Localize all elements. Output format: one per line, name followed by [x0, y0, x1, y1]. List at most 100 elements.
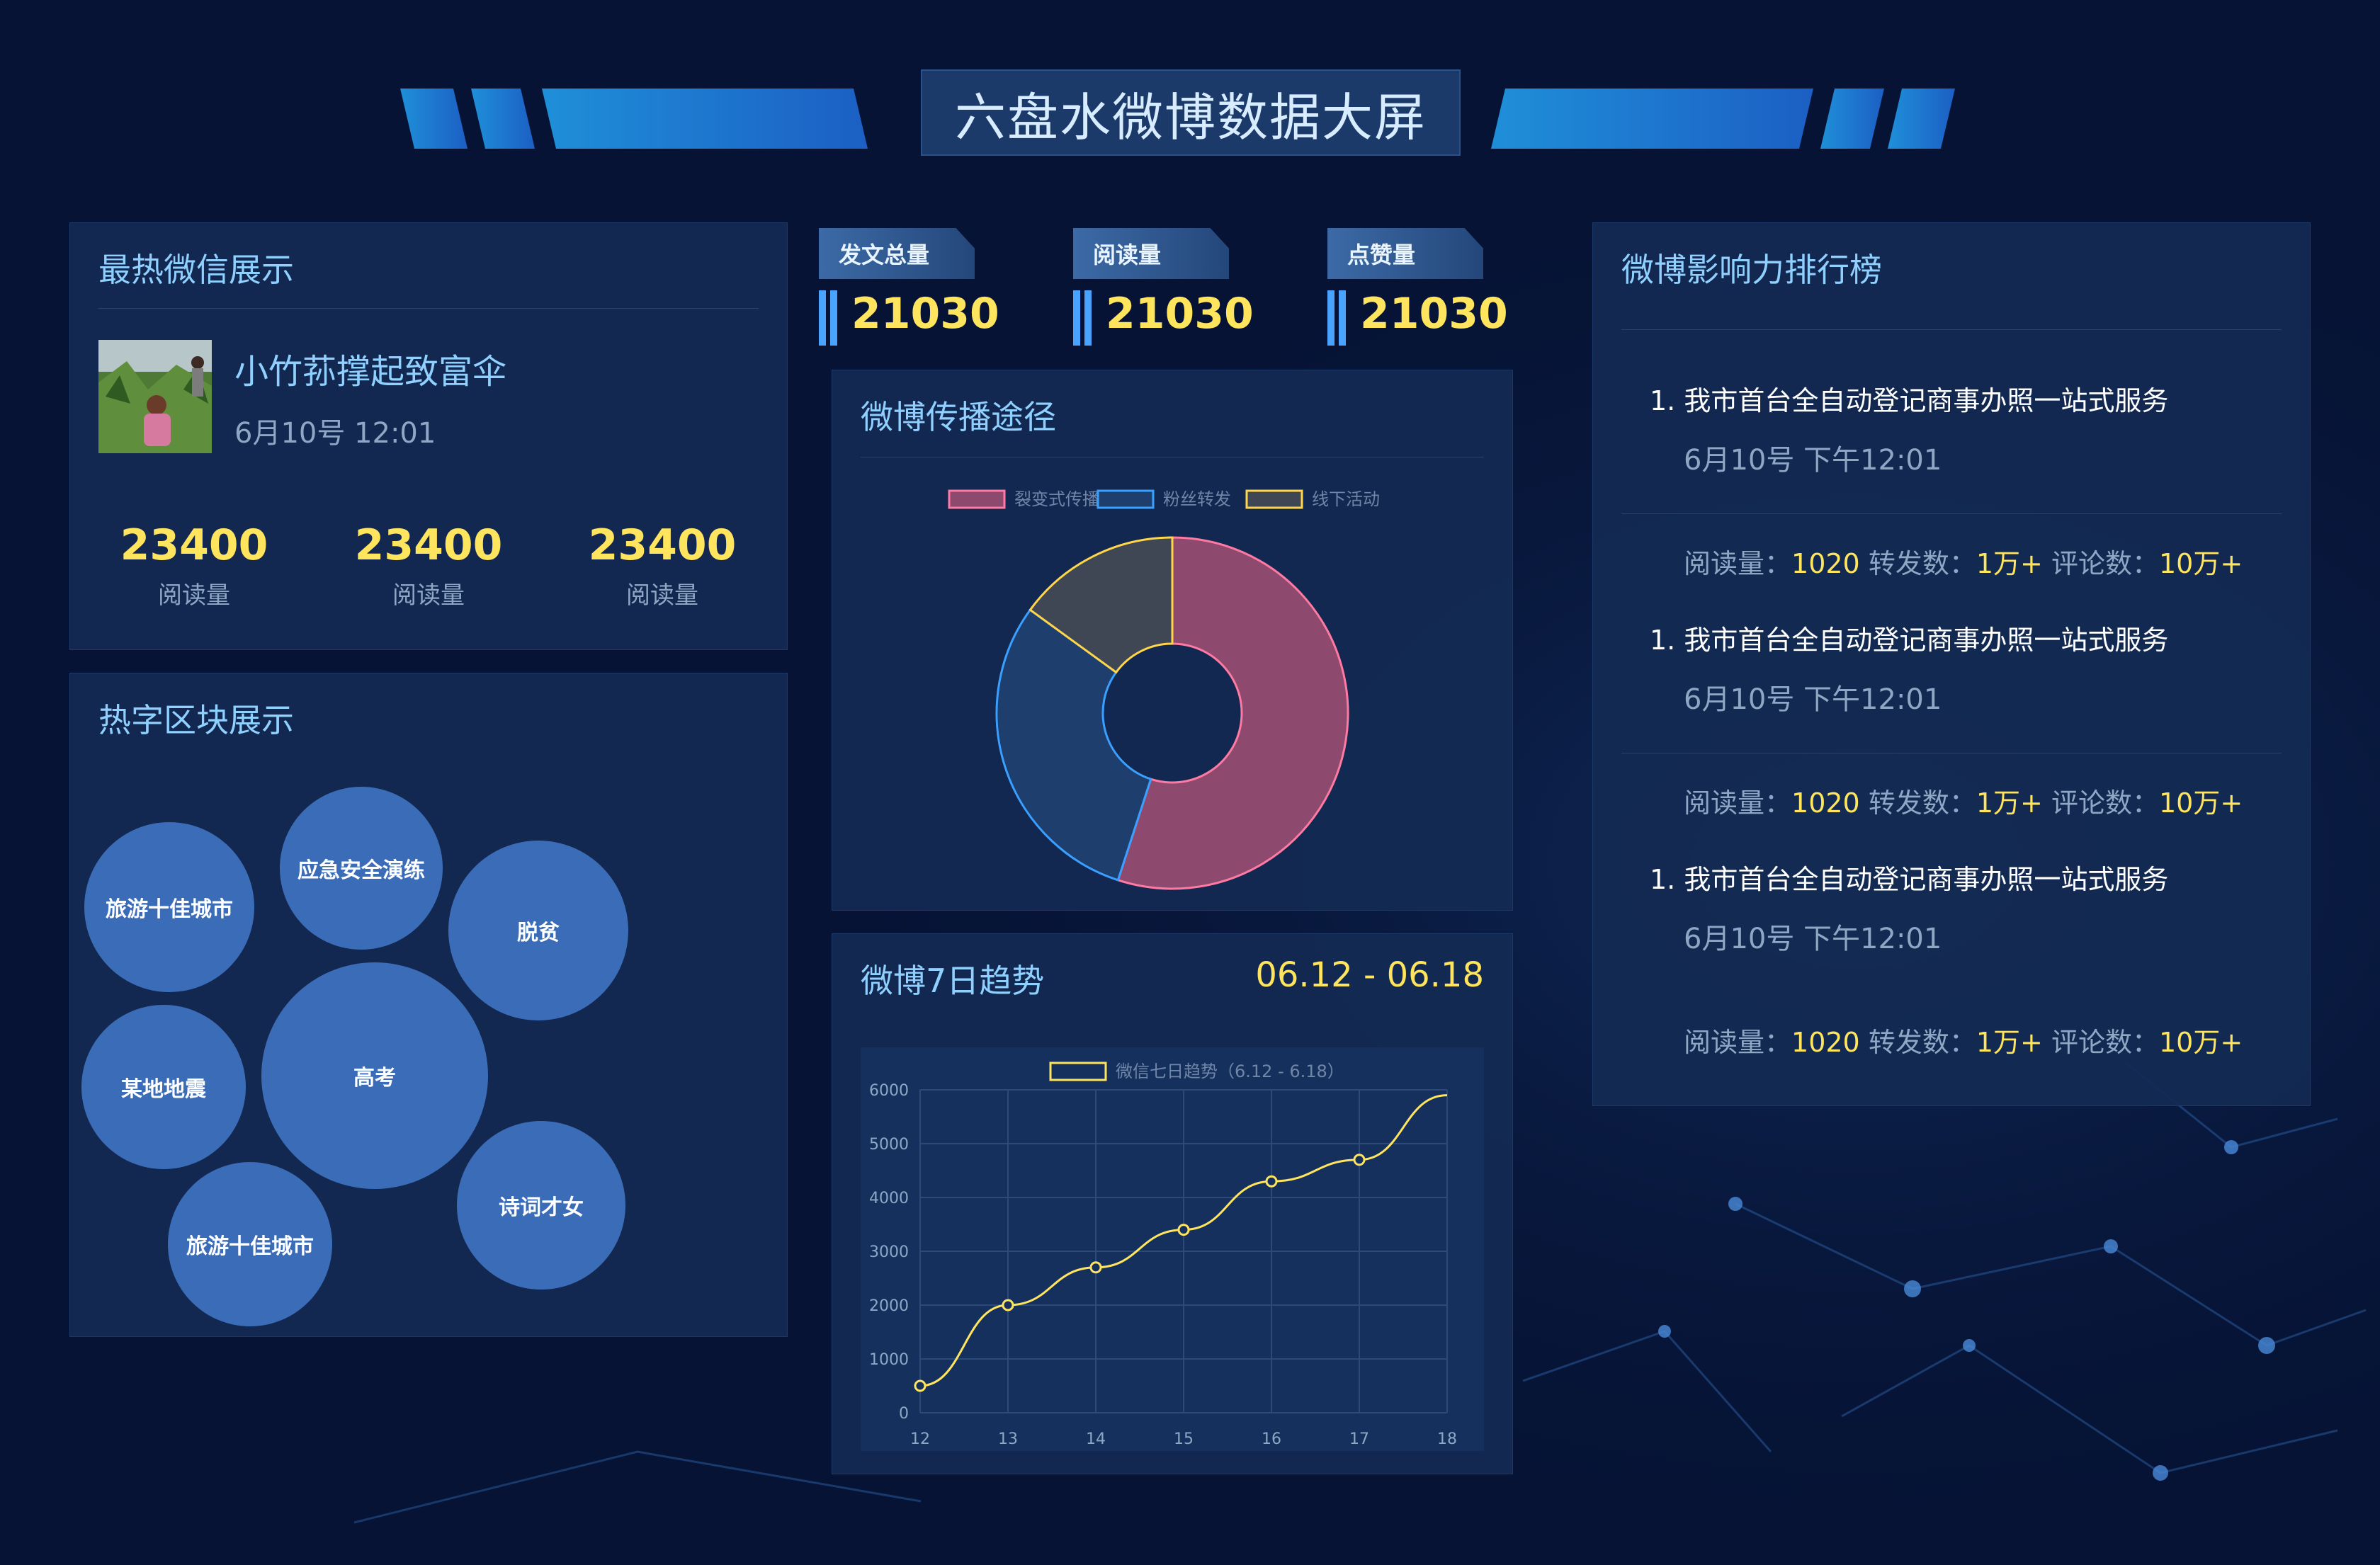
forward-count: 1万+: [1976, 1027, 2043, 1058]
comment-count: 10万+: [2158, 787, 2243, 819]
rank-item-title[interactable]: 1. 我市首台全自动登记商事办照一站式服务: [1650, 858, 2168, 897]
divider: [98, 308, 759, 309]
legend-label[interactable]: 微信七日趋势（6.12 - 6.18）: [1116, 1062, 1344, 1081]
read-label: 阅读量：: [1684, 787, 1792, 819]
legend-swatch[interactable]: [1245, 489, 1303, 509]
ranking-title: 微博影响力排行榜: [1621, 251, 1882, 289]
comment-count: 10万+: [2158, 548, 2243, 579]
page-title-box: 六盘水微博数据大屏: [921, 69, 1461, 156]
stat-reads: 23400 阅读量: [102, 520, 286, 610]
header-stripe: [1491, 89, 1813, 149]
comment-count: 10万+: [2158, 1027, 2243, 1058]
post-title[interactable]: 小竹荪撑起致富伞: [234, 343, 506, 393]
kpi-label: 发文总量: [819, 228, 975, 279]
legend-swatch[interactable]: [948, 489, 1006, 509]
legend-label[interactable]: 裂变式传播: [1014, 489, 1099, 509]
kpi-bar-icon: [1084, 290, 1092, 346]
y-tick-label: 4000: [869, 1190, 909, 1207]
rank-item-date: 6月10号 下午12:01: [1684, 444, 1942, 477]
hot-word-bubble[interactable]: 应急安全演练: [280, 787, 443, 950]
y-tick-label: 1000: [869, 1351, 909, 1369]
legend-swatch[interactable]: [1096, 489, 1155, 509]
hot-word-bubble[interactable]: 某地地震: [81, 1005, 246, 1169]
rank-item-date: 6月10号 下午12:01: [1684, 923, 1942, 955]
kpi-likes: 点赞量 21030: [1327, 228, 1526, 348]
hot-word-bubble[interactable]: 旅游十佳城市: [84, 822, 254, 992]
hot-weixin-title: 最热微信展示: [98, 251, 294, 289]
data-point[interactable]: [1177, 1224, 1190, 1236]
kpi-bar-icon: [1073, 290, 1080, 346]
read-count: 1020: [1791, 548, 1860, 579]
data-point[interactable]: [1002, 1299, 1014, 1311]
data-point[interactable]: [1353, 1154, 1366, 1166]
comment-label: 评论数：: [2051, 548, 2159, 579]
data-point[interactable]: [1265, 1175, 1278, 1188]
kpi-bar-icon: [819, 290, 826, 346]
y-tick-label: 0: [899, 1405, 909, 1423]
hot-word-bubble[interactable]: 脱贫: [448, 841, 628, 1020]
trend-panel: 微博7日趋势 06.12 - 06.18 微信七日趋势（6.12 - 6.18）…: [832, 933, 1513, 1474]
rank-item-date: 6月10号 下午12:01: [1684, 683, 1942, 716]
hot-word-bubble[interactable]: 旅游十佳城市: [168, 1162, 332, 1326]
hot-words-title: 热字区块展示: [98, 701, 294, 739]
hot-word-bubble[interactable]: 诗词才女: [457, 1121, 625, 1290]
hot-words-panel: 热字区块展示 旅游十佳城市 应急安全演练 脱贫 某地地震 高考 诗词才女 旅游十…: [69, 673, 788, 1337]
spread-pie-chart: 裂变式传播 粉丝转发 线下活动: [948, 489, 1380, 890]
read-count: 1020: [1791, 1027, 1860, 1058]
kpi-bar-icon: [1339, 290, 1346, 346]
rank-title-text: 我市首台全自动登记商事办照一站式服务: [1684, 864, 2169, 895]
kpi-bar-icon: [830, 290, 837, 346]
trend-title: 微博7日趋势: [861, 962, 1045, 1000]
rank-item-stats: 阅读量：1020 转发数：1万+ 评论数：10万+: [1684, 781, 2243, 820]
hot-word-bubble[interactable]: 高考: [261, 962, 488, 1189]
read-label: 阅读量：: [1684, 548, 1792, 579]
forward-count: 1万+: [1976, 787, 2043, 819]
rank-title-text: 我市首台全自动登记商事办照一站式服务: [1684, 625, 2169, 656]
data-point[interactable]: [1089, 1261, 1102, 1274]
stat-label: 阅读量: [158, 581, 230, 610]
legend-label[interactable]: 粉丝转发: [1163, 489, 1231, 509]
x-tick-label: 14: [1086, 1430, 1106, 1448]
forward-label: 转发数：: [1868, 1027, 1976, 1058]
comment-label: 评论数：: [2051, 787, 2159, 819]
comment-label: 评论数：: [2051, 1027, 2159, 1058]
kpi-value: 21030: [851, 289, 999, 338]
read-label: 阅读量：: [1684, 1027, 1792, 1058]
divider: [1621, 513, 2282, 514]
rank-index: 1.: [1650, 625, 1676, 656]
y-tick-label: 3000: [869, 1244, 909, 1261]
stat-reads: 23400 阅读量: [336, 520, 521, 610]
x-tick-label: 16: [1262, 1430, 1281, 1448]
data-point[interactable]: [914, 1379, 926, 1392]
x-tick-label: 13: [998, 1430, 1018, 1448]
rank-item-stats: 阅读量：1020 转发数：1万+ 评论数：10万+: [1684, 542, 2243, 581]
header-stripe: [542, 89, 868, 149]
x-tick-label: 12: [910, 1430, 930, 1448]
kpi-bar-icon: [1327, 290, 1334, 346]
y-tick-label: 2000: [869, 1297, 909, 1315]
stat-value: 23400: [120, 520, 268, 570]
chart-background: [861, 1047, 1484, 1451]
stat-value: 23400: [588, 520, 737, 570]
kpi-reads: 阅读量 21030: [1073, 228, 1271, 348]
rank-title-text: 我市首台全自动登记商事办照一站式服务: [1684, 385, 2169, 416]
stat-reads: 23400 阅读量: [570, 520, 754, 610]
rank-item-title[interactable]: 1. 我市首台全自动登记商事办照一站式服务: [1650, 379, 2168, 418]
divider: [1621, 329, 2282, 330]
stat-label: 阅读量: [392, 581, 465, 610]
kpi-value: 21030: [1360, 289, 1508, 338]
y-tick-label: 5000: [869, 1136, 909, 1154]
forward-label: 转发数：: [1868, 548, 1976, 579]
legend-label[interactable]: 线下活动: [1312, 489, 1380, 509]
ranking-panel: 微博影响力排行榜 1. 我市首台全自动登记商事办照一站式服务 6月10号 下午1…: [1592, 222, 2311, 1106]
post-thumbnail[interactable]: [98, 340, 212, 453]
page-title: 六盘水微博数据大屏: [954, 87, 1427, 147]
kpi-label: 阅读量: [1073, 228, 1229, 279]
rank-item-title[interactable]: 1. 我市首台全自动登记商事办照一站式服务: [1650, 618, 2168, 657]
spread-title: 微博传播途径: [861, 398, 1056, 436]
x-tick-label: 15: [1174, 1430, 1194, 1448]
kpi-total-posts: 发文总量 21030: [819, 228, 1017, 348]
read-count: 1020: [1791, 787, 1860, 819]
x-tick-label: 18: [1437, 1430, 1457, 1448]
forward-count: 1万+: [1976, 548, 2043, 579]
